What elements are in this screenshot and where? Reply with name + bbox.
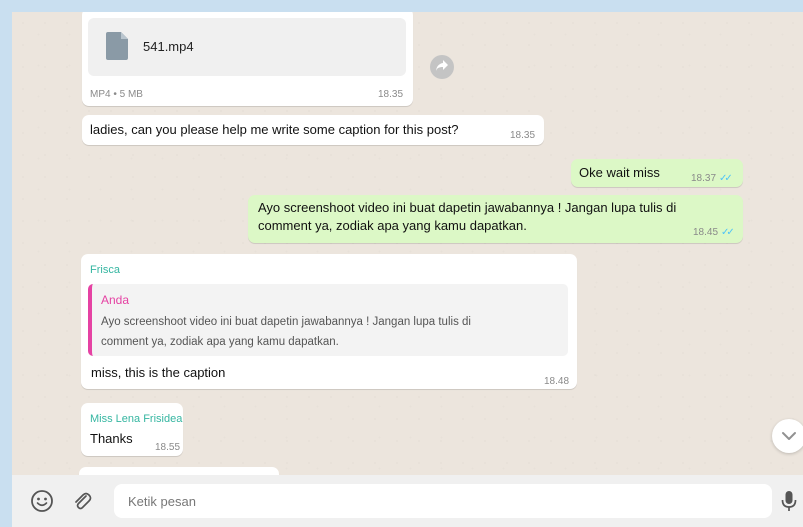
message-time: 18.48 (544, 376, 570, 387)
message-time: 18.55 (155, 442, 181, 453)
file-message[interactable]: 541.mp4 MP4 • 5 MB 18.35 (82, 12, 413, 106)
outgoing-message[interactable]: Ayo screenshoot video ini buat dapetin j… (248, 195, 743, 243)
message-text: Thanks (90, 431, 133, 446)
sender-name: Miss Lena Frisidea (90, 413, 183, 425)
share-button[interactable] (430, 55, 454, 79)
message-text-line-1: Ayo screenshoot video ini buat dapetin j… (258, 200, 677, 215)
file-meta: MP4 • 5 MB (90, 89, 143, 100)
quote-author: Anda (101, 293, 130, 307)
sender-name: Frisca (90, 264, 120, 276)
incoming-reply-message[interactable]: Frisca Anda Ayo screenshoot video ini bu… (81, 254, 577, 389)
message-time: 18.35 (510, 130, 536, 141)
left-panel (0, 300, 12, 475)
message-input[interactable] (114, 484, 772, 518)
double-check-icon: ✓✓ (721, 227, 735, 238)
mic-icon[interactable] (776, 488, 802, 514)
scroll-down-button[interactable] (772, 419, 803, 453)
attach-icon[interactable] (69, 488, 95, 514)
message-text: miss, this is the caption (91, 365, 226, 380)
incoming-message[interactable]: Miss Lena Frisidea Thanks 18.55 (81, 403, 183, 456)
message-time: 18.45 ✓✓ (693, 227, 735, 238)
file-name: 541.mp4 (143, 39, 194, 54)
file-icon (106, 32, 128, 60)
file-card[interactable]: 541.mp4 (88, 18, 406, 76)
incoming-message[interactable]: ladies, can you please help me write som… (82, 115, 544, 145)
message-text-line-2: comment ya, zodiak apa yang kamu dapatka… (258, 218, 527, 233)
message-time: 18.37 ✓✓ (691, 173, 733, 184)
outgoing-message[interactable]: Oke wait miss 18.37 ✓✓ (571, 159, 743, 187)
message-text: Oke wait miss (579, 165, 660, 180)
quote-text-line-2: comment ya, zodiak apa yang kamu dapatka… (101, 336, 339, 348)
quote-text-line-1: Ayo screenshoot video ini buat dapetin j… (101, 316, 471, 328)
incoming-message-partial[interactable] (79, 467, 279, 475)
message-text: ladies, can you please help me write som… (90, 122, 459, 137)
quoted-message[interactable]: Anda Ayo screenshoot video ini buat dape… (88, 284, 568, 356)
chat-area[interactable]: 541.mp4 MP4 • 5 MB 18.35 ladies, can you… (12, 12, 803, 475)
emoji-icon[interactable] (29, 488, 55, 514)
quote-text: Ayo screenshoot video ini buat dapetin j… (101, 312, 561, 352)
composer-bar (12, 475, 803, 527)
share-icon (436, 60, 448, 71)
message-time: 18.35 (378, 89, 404, 100)
message-input-box[interactable] (114, 484, 772, 518)
chevron-down-icon (782, 432, 796, 440)
double-check-icon: ✓✓ (719, 173, 733, 184)
top-strip (60, 0, 710, 12)
